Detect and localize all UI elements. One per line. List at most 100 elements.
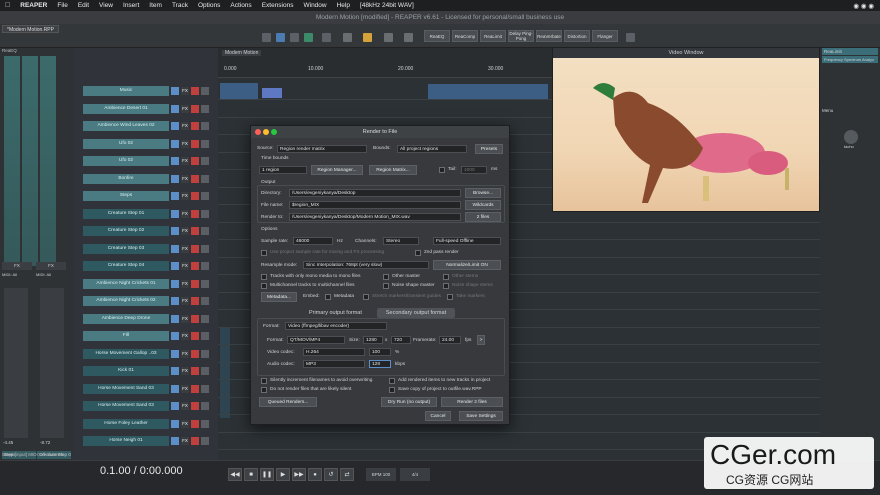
multichannel-checkbox[interactable]	[261, 283, 267, 289]
mute-button[interactable]	[201, 402, 209, 410]
menu-file[interactable]: File	[57, 2, 67, 9]
track-name[interactable]: Kick 01	[83, 366, 169, 376]
record-arm-button[interactable]	[191, 349, 199, 358]
mute-button[interactable]	[201, 332, 209, 340]
track-name[interactable]: Horse Foley Leather	[83, 418, 169, 429]
track-row[interactable]: Fill FX	[75, 329, 216, 343]
toolbar-icon-1[interactable]	[262, 33, 271, 42]
record-arm-button[interactable]	[191, 297, 199, 305]
track-name[interactable]: Ambience Wind Leaves 02	[83, 121, 169, 131]
solo-button[interactable]	[171, 104, 179, 113]
solo-button[interactable]	[171, 437, 179, 445]
track-name[interactable]: Fill	[83, 331, 169, 341]
tail-checkbox[interactable]	[439, 167, 445, 173]
framerate-dropdown[interactable]: >	[477, 335, 485, 345]
track-row[interactable]: Ufo 02 FX	[75, 137, 216, 151]
solo-button[interactable]	[171, 314, 179, 323]
presets-button[interactable]: Presets	[475, 144, 503, 154]
audio-item-music-1[interactable]	[220, 83, 258, 99]
right-fx-spectrum[interactable]: Frequency Spectrum Analyz	[822, 56, 878, 63]
take-markers-checkbox[interactable]	[447, 294, 453, 300]
track-row[interactable]: Horse Movement Gallop ..03 FX	[75, 347, 216, 361]
track-name[interactable]: Horse Movement Sand 03	[83, 383, 169, 394]
noise-stems-checkbox[interactable]	[443, 283, 449, 289]
fx-button-distortion[interactable]: Distortion	[564, 30, 590, 42]
loop-button[interactable]: ⇄	[340, 468, 354, 481]
track-row[interactable]: Horse Movement Sand 03 FX	[75, 382, 216, 396]
mute-button[interactable]	[201, 174, 209, 183]
solo-button[interactable]	[171, 402, 179, 410]
solo-button[interactable]	[171, 384, 179, 393]
settings-icon[interactable]	[404, 33, 413, 42]
framerate-field[interactable]: 24.00	[439, 336, 461, 344]
track-row[interactable]: Horse Movement Sand 03 FX	[75, 399, 216, 413]
solo-button[interactable]	[171, 262, 179, 270]
apple-icon[interactable]: 	[5, 2, 10, 9]
fx-button-realimit[interactable]: ReaLimit	[480, 30, 506, 42]
mute-button[interactable]	[201, 227, 209, 235]
menu-insert[interactable]: Insert	[123, 2, 139, 9]
record-arm-button[interactable]	[191, 209, 199, 218]
fx-button[interactable]: FX	[181, 122, 189, 130]
track-row[interactable]: Ambience Night Crickets 02 FX	[75, 294, 216, 308]
fader-right[interactable]	[40, 288, 64, 438]
fx-button[interactable]: FX	[181, 192, 189, 200]
minimize-dot-icon[interactable]	[263, 129, 269, 135]
pause-button[interactable]: ❚❚	[260, 468, 274, 481]
add-rendered-checkbox[interactable]	[389, 378, 395, 384]
solo-button[interactable]	[171, 227, 179, 235]
toolbar-icon-5[interactable]	[322, 33, 331, 42]
solo-button[interactable]	[171, 367, 179, 375]
track-row[interactable]: Ambience Night Crickets 01 FX	[75, 277, 216, 291]
track-row[interactable]: Ambience Desert 01 FX	[75, 102, 216, 116]
dont-render-checkbox[interactable]	[261, 387, 267, 393]
fx-button-delay[interactable]: Delay Ping-Pong	[508, 30, 534, 42]
samplerate-select[interactable]: 48000	[293, 237, 333, 245]
menu-view[interactable]: View	[99, 2, 113, 9]
fx-button[interactable]: FX	[181, 87, 189, 95]
region-matrix-button[interactable]: Region Matrix...	[369, 165, 417, 175]
project-name-tab[interactable]: Modern Motion	[222, 50, 262, 56]
repeat-button[interactable]: ↺	[324, 468, 338, 481]
mute-button[interactable]	[201, 104, 209, 113]
track-row[interactable]: Creature Step 03 FX	[75, 242, 216, 256]
track-row[interactable]: Creature Step 01 FX	[75, 207, 216, 221]
menu-edit[interactable]: Edit	[78, 2, 89, 9]
solo-button[interactable]	[171, 332, 179, 340]
tab-primary-format[interactable]: Primary output format	[309, 310, 362, 316]
fx-button[interactable]: FX	[181, 279, 189, 288]
track-row[interactable]: Creature Step 04 FX	[75, 259, 216, 273]
filename-field[interactable]: $region_MIX	[289, 201, 461, 209]
bounds-select[interactable]: All project regions	[397, 145, 467, 153]
solo-button[interactable]	[171, 244, 179, 253]
track-name[interactable]: Horse Neigh 01	[83, 436, 169, 446]
fx-button[interactable]: FX	[181, 209, 189, 218]
mute-button[interactable]	[201, 209, 209, 218]
tail-field[interactable]: 1000	[461, 166, 487, 174]
mute-button[interactable]	[201, 139, 209, 148]
queued-renders-button[interactable]: Queued Renders...	[259, 397, 317, 407]
record-arm-button[interactable]	[191, 104, 199, 113]
folder-icon[interactable]	[363, 33, 372, 42]
project-tab[interactable]: *Modern Motion.RPP	[2, 25, 59, 33]
record-arm-button[interactable]	[191, 367, 199, 375]
fx-button[interactable]: FX	[181, 332, 189, 340]
track-name[interactable]: Ambience Night Crickets 01	[83, 278, 169, 289]
mono-checkbox[interactable]	[261, 274, 267, 280]
fx-button-reaverbate[interactable]: ReaVerbate	[536, 30, 562, 42]
fx-button[interactable]: FX	[181, 104, 189, 113]
track-name[interactable]: Horse Movement Sand 03	[83, 401, 169, 411]
speed-select[interactable]: Full-speed Offline	[433, 237, 501, 245]
solo-button[interactable]	[171, 297, 179, 305]
solo-button[interactable]	[171, 157, 179, 165]
fx-button[interactable]: FX	[181, 314, 189, 323]
mute-button[interactable]	[201, 297, 209, 305]
track-name[interactable]: Ufo 02	[83, 138, 169, 149]
container-select[interactable]: QT/MOV/MP4	[287, 336, 345, 344]
toolbar-icon-3[interactable]	[290, 33, 299, 42]
record-arm-button[interactable]	[191, 244, 199, 253]
menu-item[interactable]: Item	[149, 2, 162, 9]
render-button[interactable]: Render 2 files	[441, 397, 503, 407]
fx-button[interactable]: FX	[181, 297, 189, 305]
mute-button[interactable]	[201, 384, 209, 393]
